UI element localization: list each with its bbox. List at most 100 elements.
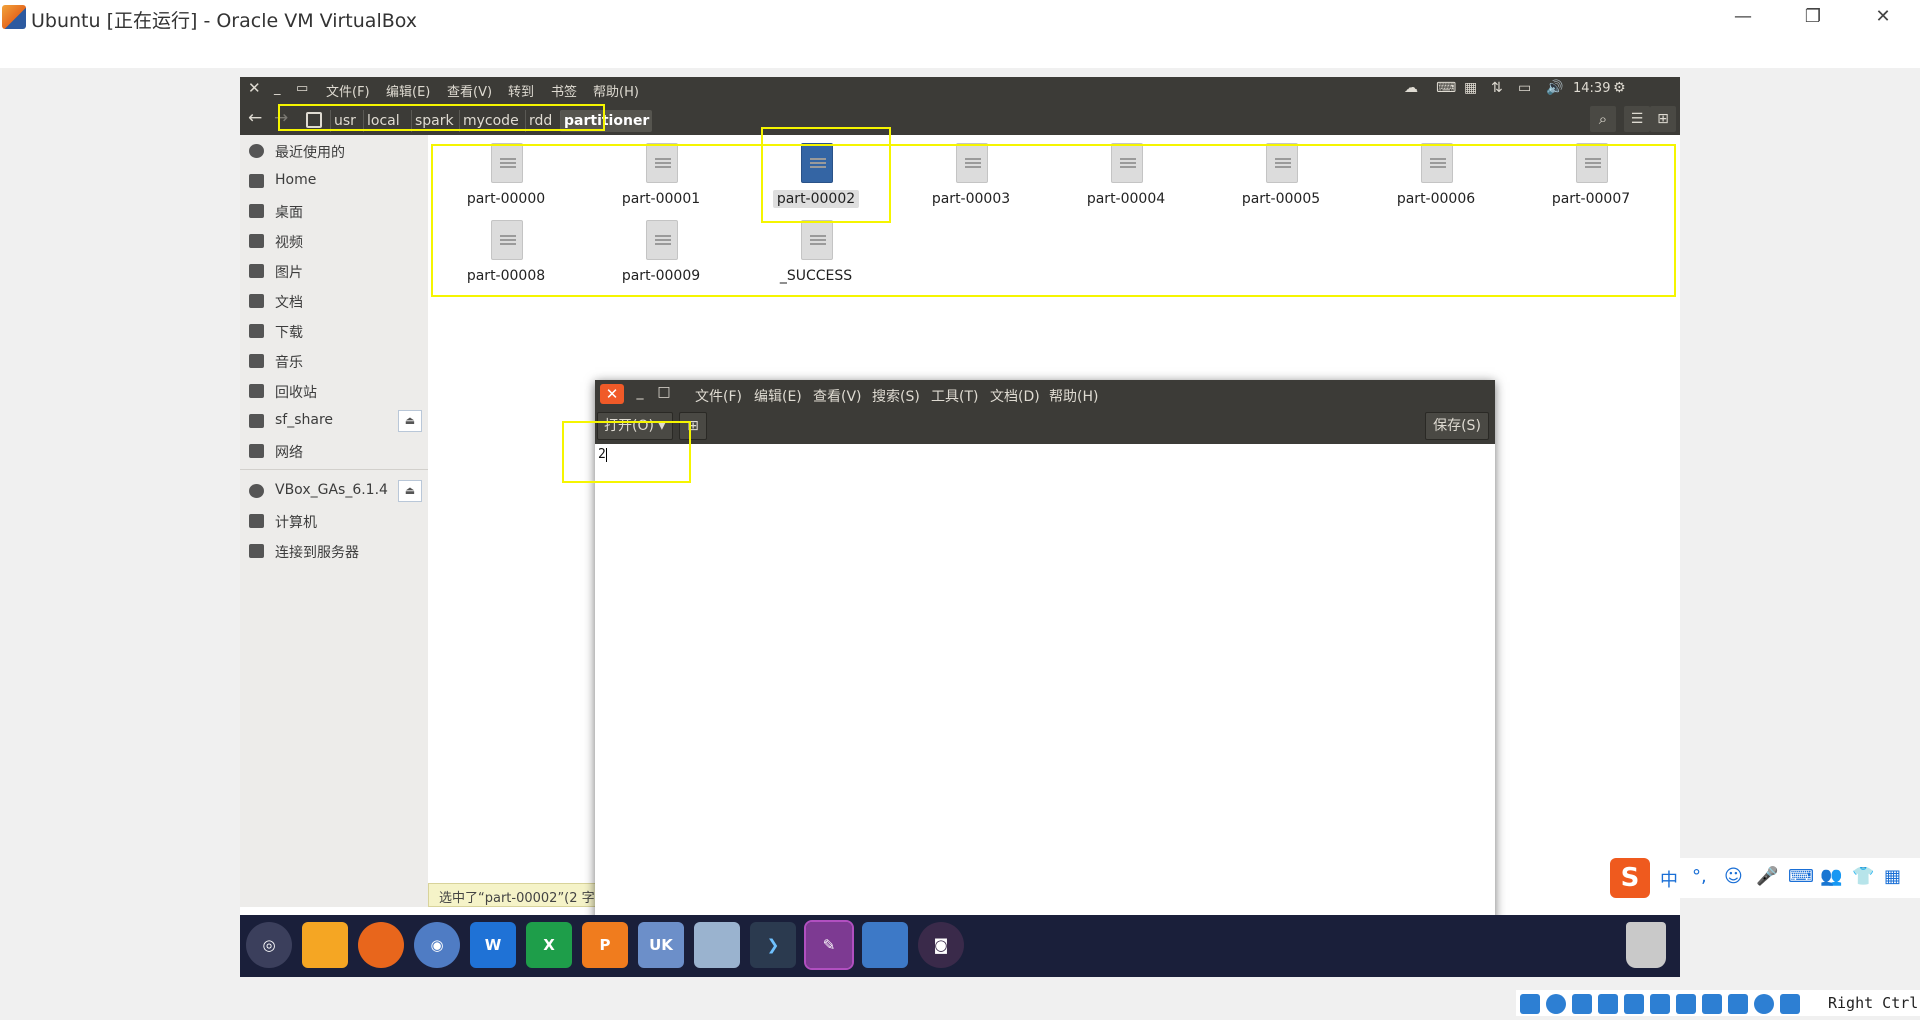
window-title: Ubuntu [正在运行] - Oracle VM VirtualBox bbox=[31, 10, 418, 32]
panel-menu-goto[interactable]: 转到 bbox=[508, 81, 534, 100]
dock: ◎ ◉ W X P UK ❯ ✎ ◙ bbox=[240, 915, 1680, 977]
ime-keyboard-icon[interactable]: ⌨ bbox=[1788, 866, 1814, 887]
sogou-logo-icon[interactable]: S bbox=[1610, 858, 1650, 898]
writer-icon[interactable]: W bbox=[470, 922, 516, 968]
clock-icon bbox=[249, 144, 264, 158]
panel-menu-edit[interactable]: 编辑(E) bbox=[386, 81, 430, 100]
video-capture-icon[interactable] bbox=[1702, 994, 1722, 1014]
close-icon[interactable]: ✕ bbox=[600, 384, 624, 404]
eject-icon[interactable]: ⏏ bbox=[398, 410, 422, 432]
presentation-icon[interactable]: P bbox=[582, 922, 628, 968]
save-button[interactable]: 保存(S) bbox=[1425, 412, 1489, 440]
sidebar-item-videos[interactable]: 视频 bbox=[240, 227, 428, 255]
gedit-window[interactable]: ✕ _ □ 文件(F) 编辑(E) 查看(V) 搜索(S) 工具(T) 文档(D… bbox=[595, 380, 1495, 926]
text-editor[interactable]: 2 bbox=[595, 444, 1495, 926]
network-icon[interactable]: ⇅ bbox=[1491, 80, 1503, 96]
back-arrow-icon[interactable]: ← bbox=[248, 108, 262, 128]
sidebar-item-pictures[interactable]: 图片 bbox=[240, 257, 428, 285]
ime-emoji-icon[interactable]: ☺ bbox=[1724, 866, 1743, 887]
sidebar-item-connect-server[interactable]: 连接到服务器 bbox=[240, 537, 428, 565]
nautilus-minimize-icon[interactable]: _ bbox=[274, 81, 281, 96]
restore-button[interactable]: ❐ bbox=[1790, 4, 1836, 30]
search-icon[interactable]: ⌕ bbox=[1590, 106, 1616, 132]
firefox-icon[interactable] bbox=[358, 922, 404, 968]
sidebar-item-documents[interactable]: 文档 bbox=[240, 287, 428, 315]
nautilus-maximize-icon[interactable]: ▭ bbox=[296, 81, 308, 96]
ime-skin-icon[interactable]: 👕 bbox=[1852, 866, 1874, 887]
settings-gear-icon[interactable]: ⚙ bbox=[1613, 80, 1626, 96]
eject-icon[interactable]: ⏏ bbox=[398, 480, 422, 502]
gedit-icon[interactable]: ✎ bbox=[804, 920, 854, 970]
sidebar-item-music[interactable]: 音乐 bbox=[240, 347, 428, 375]
minimize-button[interactable]: — bbox=[1720, 4, 1766, 30]
close-button[interactable]: ✕ bbox=[1860, 4, 1906, 30]
terminal-icon[interactable]: ❯ bbox=[750, 922, 796, 968]
calendar-icon[interactable]: ▦ bbox=[1464, 80, 1477, 96]
volume-icon[interactable]: 🔊 bbox=[1546, 80, 1563, 96]
sidebar-item-network[interactable]: 网络 bbox=[240, 437, 428, 465]
ime-chinese-mode[interactable]: 中 bbox=[1660, 866, 1678, 892]
panel-menu-file[interactable]: 文件(F) bbox=[326, 81, 370, 100]
selected-file-highlight-box bbox=[761, 127, 891, 223]
virtualbox-icon bbox=[2, 5, 26, 29]
sidebar-item-computer[interactable]: 计算机 bbox=[240, 507, 428, 535]
shared-folders-icon[interactable] bbox=[1650, 994, 1670, 1014]
software-center-icon[interactable] bbox=[694, 922, 740, 968]
grid-view-icon[interactable]: ⊞ bbox=[1650, 106, 1676, 132]
sidebar-item-desktop[interactable]: 桌面 bbox=[240, 197, 428, 225]
keyboard-icon[interactable]: ⌨ bbox=[1436, 80, 1456, 96]
nautilus-close-icon[interactable]: ✕ bbox=[248, 79, 261, 97]
minimize-icon[interactable]: _ bbox=[629, 384, 651, 404]
battery-icon[interactable]: ▭ bbox=[1518, 80, 1531, 96]
network-adapter-icon[interactable] bbox=[1598, 994, 1618, 1014]
panel-menu-view[interactable]: 查看(V) bbox=[447, 81, 492, 100]
list-view-icon[interactable]: ☰ bbox=[1624, 106, 1650, 132]
weather-icon[interactable]: ☁ bbox=[1404, 80, 1418, 96]
gedit-menu-search[interactable]: 搜索(S) bbox=[872, 386, 920, 406]
disk-icon[interactable]: ◙ bbox=[918, 922, 964, 968]
usb-icon[interactable] bbox=[1624, 994, 1644, 1014]
ime-grid-icon[interactable]: ▦ bbox=[1884, 866, 1901, 887]
gedit-menu-edit[interactable]: 编辑(E) bbox=[754, 386, 802, 406]
gedit-menu-file[interactable]: 文件(F) bbox=[695, 386, 742, 406]
vm-screen[interactable]: ✕ _ ▭ 文件(F) 编辑(E) 查看(V) 转到 书签 帮助(H) ☁ ⌨ … bbox=[240, 77, 1680, 977]
ime-users-icon[interactable]: 👥 bbox=[1820, 866, 1842, 887]
display-icon[interactable] bbox=[1676, 994, 1696, 1014]
gedit-menu-documents[interactable]: 文档(D) bbox=[990, 386, 1040, 406]
sidebar-divider bbox=[240, 469, 428, 470]
files-icon[interactable] bbox=[302, 922, 348, 968]
optical-drive-icon[interactable] bbox=[1546, 994, 1566, 1014]
cpu-icon[interactable] bbox=[1728, 994, 1748, 1014]
music-icon bbox=[249, 354, 264, 368]
mouse-integration-icon[interactable] bbox=[1780, 994, 1800, 1014]
panel-menu-help[interactable]: 帮助(H) bbox=[593, 81, 639, 100]
ubuntu-kylin-icon[interactable]: UK bbox=[638, 922, 684, 968]
sidebar-item-home[interactable]: Home bbox=[240, 167, 428, 195]
trash-icon[interactable] bbox=[1626, 922, 1666, 968]
ime-voice-icon[interactable]: 🎤 bbox=[1756, 866, 1778, 887]
sidebar-item-sf-share[interactable]: sf_share ⏏ bbox=[240, 407, 428, 435]
clock[interactable]: 14:39 bbox=[1573, 81, 1610, 96]
gedit-menu-view[interactable]: 查看(V) bbox=[813, 386, 862, 406]
hdd-icon[interactable] bbox=[1520, 994, 1540, 1014]
ime-punctuation-icon[interactable]: °, bbox=[1692, 866, 1707, 887]
sidebar-item-trash[interactable]: 回收站 bbox=[240, 377, 428, 405]
gedit-menu-help[interactable]: 帮助(H) bbox=[1049, 386, 1098, 406]
guest-additions-icon[interactable] bbox=[1754, 994, 1774, 1014]
sidebar-item-downloads[interactable]: 下载 bbox=[240, 317, 428, 345]
files-highlight-box bbox=[431, 144, 1676, 297]
open-button-highlight-box bbox=[562, 421, 691, 483]
panel-menu-bookmarks[interactable]: 书签 bbox=[551, 81, 577, 100]
computer-icon bbox=[249, 514, 264, 528]
gedit-menu-tools[interactable]: 工具(T) bbox=[931, 386, 978, 406]
chromium-icon[interactable]: ◉ bbox=[414, 922, 460, 968]
sidebar-item-recent[interactable]: 最近使用的 bbox=[240, 137, 428, 165]
video-icon bbox=[249, 234, 264, 248]
sidebar-item-vbox-gas[interactable]: VBox_GAs_6.1.4 ⏏ bbox=[240, 477, 428, 505]
maximize-icon[interactable]: □ bbox=[653, 384, 675, 404]
workspace-icon[interactable] bbox=[862, 922, 908, 968]
status-bar: 选中了“part-00002”(2 字 bbox=[428, 883, 598, 907]
audio-icon[interactable] bbox=[1572, 994, 1592, 1014]
ubuntu-icon[interactable]: ◎ bbox=[246, 922, 292, 968]
spreadsheet-icon[interactable]: X bbox=[526, 922, 572, 968]
